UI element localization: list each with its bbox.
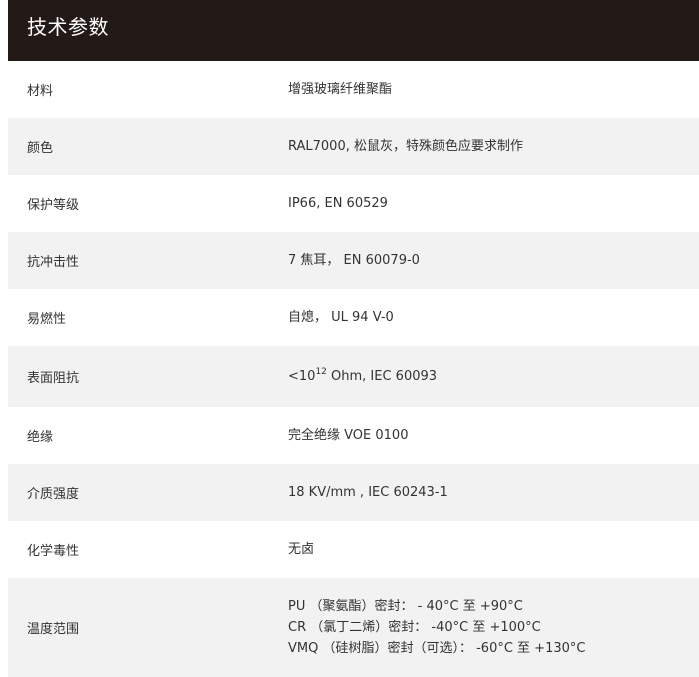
temperature-line: VMQ （硅树脂）密封（可选）： -60°C 至 +130°C [288,641,586,656]
spec-row-material: 材料 增强玻璃纤维聚酯 [8,61,699,118]
spec-value: 无卤 [288,542,315,557]
spec-label: 温度范围 [27,622,80,637]
spec-label: 颜色 [27,141,54,156]
spec-row-dielectric-strength: 介质强度 18 KV/mm , IEC 60243-1 [8,464,699,521]
value-exponent: 12 [315,367,327,377]
spec-value: 增强玻璃纤维聚酯 [288,82,393,97]
spec-row-color: 颜色 RAL7000, 松鼠灰，特殊颜色应要求制作 [8,118,699,175]
section-title: 技术参数 [27,15,109,39]
value-prefix: <10 [288,369,316,384]
spec-table: 材料 增强玻璃纤维聚酯 颜色 RAL7000, 松鼠灰，特殊颜色应要求制作 保护… [8,61,699,677]
spec-label: 介质强度 [27,487,80,502]
spec-label: 材料 [27,84,54,99]
spec-value: PU （聚氨酯）密封： - 40°C 至 +90°C CR （氯丁二烯）密封： … [288,596,699,659]
spec-value: IP66, EN 60529 [288,196,388,211]
spec-value: 自熄， UL 94 V-0 [288,310,394,325]
spec-label: 表面阻抗 [27,371,80,386]
spec-value: 18 KV/mm , IEC 60243-1 [288,485,448,500]
spec-label: 保护等级 [27,198,80,213]
spec-value: RAL7000, 松鼠灰，特殊颜色应要求制作 [288,139,523,154]
spec-row-protection: 保护等级 IP66, EN 60529 [8,175,699,232]
spec-row-temperature-range: 温度范围 PU （聚氨酯）密封： - 40°C 至 +90°C CR （氯丁二烯… [8,578,699,677]
spec-row-chemical-toxicity: 化学毒性 无卤 [8,521,699,578]
spec-row-insulation: 绝缘 完全绝缘 VOE 0100 [8,407,699,464]
spec-value: <1012 Ohm, IEC 60093 [288,366,699,387]
spec-row-flammability: 易燃性 自熄， UL 94 V-0 [8,289,699,346]
temperature-line: PU （聚氨酯）密封： - 40°C 至 +90°C [288,599,523,614]
temperature-line: CR （氯丁二烯）密封： -40°C 至 +100°C [288,620,541,635]
spec-value: 完全绝缘 VOE 0100 [288,428,409,443]
page: 技术参数 材料 增强玻璃纤维聚酯 颜色 RAL7000, 松鼠灰，特殊颜色应要求… [0,0,699,677]
spec-row-impact: 抗冲击性 7 焦耳， EN 60079-0 [8,232,699,289]
spec-row-surface-resistance: 表面阻抗 <1012 Ohm, IEC 60093 [8,346,699,407]
spec-label: 化学毒性 [27,544,80,559]
spec-value: 7 焦耳， EN 60079-0 [288,253,420,268]
spec-label: 抗冲击性 [27,255,80,270]
section-header: 技术参数 [8,0,699,61]
spec-label: 易燃性 [27,312,67,327]
value-suffix: Ohm, IEC 60093 [326,369,438,384]
spec-label: 绝缘 [27,430,54,445]
